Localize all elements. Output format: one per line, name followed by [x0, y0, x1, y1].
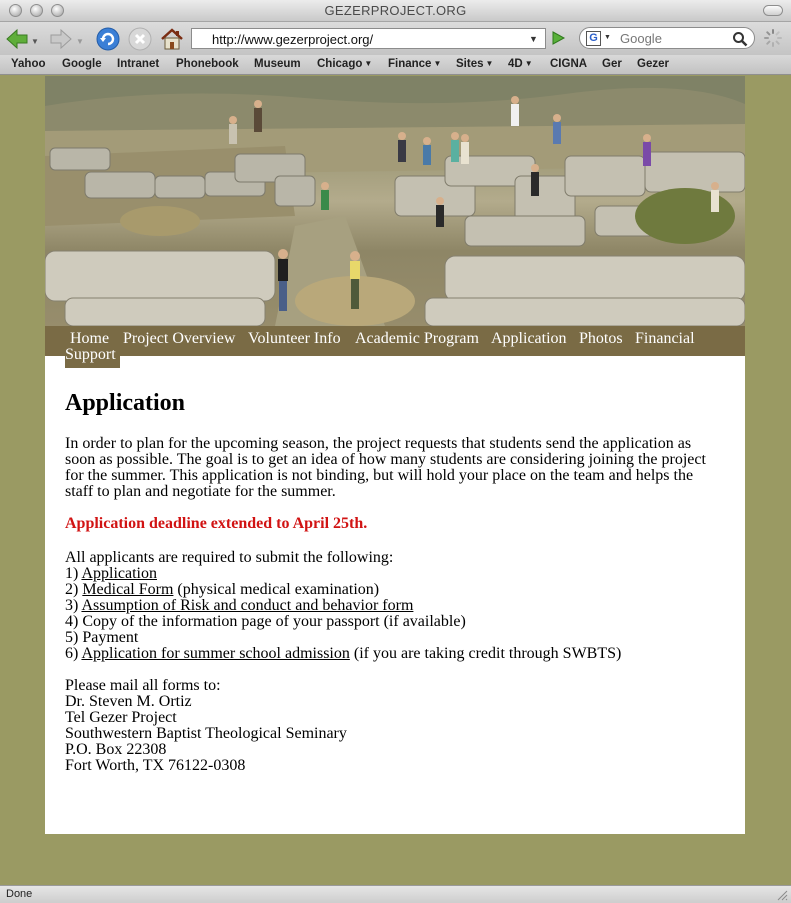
search-placeholder: Google: [620, 31, 662, 46]
nav-application[interactable]: Application: [491, 330, 567, 348]
bookmark-museum[interactable]: Museum: [254, 58, 301, 70]
main-content: Application In order to plan for the upc…: [65, 388, 725, 774]
chevron-down-icon: ▼: [524, 59, 533, 68]
chevron-down-icon: ▼: [433, 59, 442, 68]
mailing-address: Please mail all forms to: Dr. Steven M. …: [65, 678, 725, 774]
nav-project-overview[interactable]: Project Overview: [123, 330, 235, 348]
home-icon: [161, 28, 183, 50]
address-bar[interactable]: http://www.gezerproject.org/: [191, 28, 546, 49]
page-container: Home Project Overview Volunteer Info Aca…: [45, 76, 745, 834]
excavation-photo: [45, 76, 745, 326]
forward-button[interactable]: [48, 26, 74, 52]
resize-grip-icon[interactable]: [777, 890, 788, 901]
bookmark-chicago-menu[interactable]: Chicago ▼: [317, 58, 372, 70]
address-history-chevron-icon[interactable]: ▼: [529, 34, 538, 44]
bookmark-yahoo[interactable]: Yahoo: [11, 58, 46, 70]
search-engine-chevron-icon[interactable]: ▼: [604, 34, 611, 41]
bookmark-phonebook[interactable]: Phonebook: [176, 58, 239, 70]
deadline-notice: Application deadline extended to April 2…: [65, 515, 368, 532]
requirements-heading: All applicants are required to submit th…: [65, 549, 394, 566]
nav-financial-support[interactable]: Financial: [635, 330, 695, 348]
status-bar: Done: [0, 885, 791, 903]
nav-academic-program[interactable]: Academic Program: [355, 330, 479, 348]
nav-volunteer-info[interactable]: Volunteer Info: [248, 330, 341, 348]
reload-icon: [96, 27, 120, 51]
go-arrow-icon: [552, 31, 566, 45]
loading-spinner-icon: [764, 29, 782, 47]
search-engine-icon[interactable]: G: [586, 31, 601, 46]
application-link[interactable]: Application: [81, 565, 157, 582]
magnifier-icon[interactable]: [732, 31, 748, 47]
back-arrow-icon: [6, 28, 28, 50]
medical-form-link[interactable]: Medical Form: [82, 581, 173, 598]
page-title: Application: [65, 390, 186, 416]
toolbar-toggle-button[interactable]: [763, 5, 783, 16]
bookmark-sites-menu[interactable]: Sites ▼: [456, 58, 493, 70]
address-line: Tel Gezer Project: [65, 709, 177, 726]
stop-icon: [128, 27, 152, 51]
bookmark-intranet[interactable]: Intranet: [117, 58, 159, 70]
window-title: GEZERPROJECT.ORG: [324, 3, 467, 18]
list-item: 4) Copy of the information page of your …: [65, 613, 466, 630]
search-input[interactable]: G ▼ Google: [579, 27, 755, 49]
nav-photos[interactable]: Photos: [579, 330, 623, 348]
summer-school-admission-link[interactable]: Application for summer school admission: [81, 645, 349, 662]
forward-history-chevron-icon[interactable]: ▼: [76, 37, 84, 46]
browser-toolbar: ▼ ▼ http://www.gezerproject.org/ ▼ G ▼ G…: [0, 22, 791, 55]
list-item: 1) Application: [65, 565, 157, 582]
bookmark-gezer[interactable]: Gezer: [637, 58, 669, 70]
status-text: Done: [6, 888, 33, 900]
address-line: P.O. Box 22308: [65, 741, 167, 758]
mail-heading: Please mail all forms to:: [65, 677, 221, 694]
list-item: 3) Assumption of Risk and conduct and be…: [65, 597, 414, 614]
hero-photo: [45, 76, 745, 326]
chevron-down-icon: ▼: [364, 59, 373, 68]
go-button[interactable]: [550, 30, 566, 51]
bookmark-4d-menu[interactable]: 4D ▼: [508, 58, 533, 70]
back-button[interactable]: [4, 26, 30, 52]
back-history-chevron-icon[interactable]: ▼: [31, 37, 39, 46]
list-item: 2) Medical Form (physical medical examin…: [65, 581, 380, 598]
chevron-down-icon: ▼: [485, 59, 494, 68]
stop-button[interactable]: [127, 26, 153, 52]
address-line: Fort Worth, TX 76122-0308: [65, 757, 246, 774]
bookmarks-bar: Yahoo Google Intranet Phonebook Museum C…: [0, 55, 791, 75]
list-item: 5) Payment: [65, 629, 139, 646]
forward-arrow-icon: [50, 28, 72, 50]
assumption-of-risk-link[interactable]: Assumption of Risk and conduct and behav…: [81, 597, 413, 614]
address-line: Dr. Steven M. Ortiz: [65, 693, 192, 710]
window-titlebar: GEZERPROJECT.ORG: [0, 0, 791, 22]
requirements-list: All applicants are required to submit th…: [65, 550, 725, 662]
list-item: 6) Application for summer school admissi…: [65, 645, 622, 662]
reload-button[interactable]: [95, 26, 121, 52]
home-button[interactable]: [159, 26, 185, 52]
bookmark-cigna[interactable]: CIGNA: [550, 58, 587, 70]
bookmark-ger[interactable]: Ger: [602, 58, 622, 70]
bookmark-google[interactable]: Google: [62, 58, 102, 70]
nav-financial-support-wrap[interactable]: Support: [65, 346, 116, 364]
intro-paragraph: In order to plan for the upcoming season…: [65, 435, 706, 500]
address-line: Southwestern Baptist Theological Seminar…: [65, 725, 347, 742]
bookmark-finance-menu[interactable]: Finance ▼: [388, 58, 441, 70]
